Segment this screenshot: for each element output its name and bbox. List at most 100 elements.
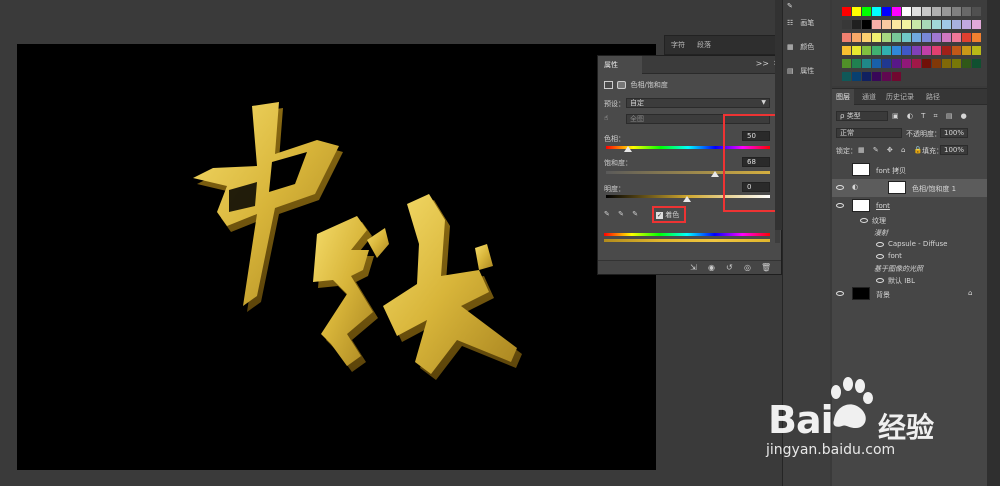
tab-paragraph[interactable]: 段落 — [697, 40, 711, 50]
layer-sub-texture[interactable]: 纹理 — [832, 215, 987, 227]
eye-icon[interactable] — [836, 185, 844, 190]
swatch[interactable] — [872, 46, 881, 55]
swatch[interactable] — [912, 33, 921, 42]
tab-layers[interactable]: 图层 — [832, 89, 854, 105]
opacity-field[interactable]: 100% — [940, 128, 968, 138]
swatch[interactable] — [852, 72, 861, 81]
swatch[interactable] — [922, 7, 931, 16]
swatch[interactable] — [872, 59, 881, 68]
fill-field[interactable]: 100% — [940, 145, 968, 155]
swatch[interactable] — [942, 20, 951, 29]
swatch[interactable] — [892, 7, 901, 16]
swatch[interactable] — [932, 20, 941, 29]
swatch[interactable] — [902, 7, 911, 16]
swatch[interactable] — [842, 20, 851, 29]
layer-row-font[interactable]: font — [832, 197, 987, 215]
reset-icon[interactable]: ↺ — [726, 263, 733, 272]
swatch[interactable] — [882, 72, 891, 81]
strip-item-properties[interactable]: ▤ 属性 — [787, 66, 814, 76]
eyedropper-icon[interactable]: ✎ — [604, 210, 610, 218]
swatch[interactable] — [862, 20, 871, 29]
swatch[interactable] — [942, 46, 951, 55]
swatch[interactable] — [882, 46, 891, 55]
swatch[interactable] — [862, 7, 871, 16]
eye-icon[interactable] — [876, 278, 884, 283]
swatch[interactable] — [942, 7, 951, 16]
swatch[interactable] — [942, 59, 951, 68]
swatch[interactable] — [952, 7, 961, 16]
eye-icon[interactable]: ◎ — [744, 263, 751, 272]
layer-filter-dropdown[interactable]: ρ 类型 — [836, 111, 888, 121]
eyedropper-icons[interactable]: ✎ ✎ ✎ — [604, 210, 638, 218]
swatch[interactable] — [922, 46, 931, 55]
swatch[interactable] — [912, 7, 921, 16]
swatch[interactable] — [842, 72, 851, 81]
layer-sub-font[interactable]: font — [832, 251, 987, 263]
swatch[interactable] — [962, 59, 971, 68]
hand-icon[interactable]: ☝ — [604, 114, 608, 122]
swatch[interactable] — [852, 59, 861, 68]
tab-paths[interactable]: 路径 — [926, 92, 940, 102]
swatch[interactable] — [932, 59, 941, 68]
swatch[interactable] — [892, 72, 901, 81]
blend-mode-dropdown[interactable]: 正常 — [836, 128, 902, 138]
swatch[interactable] — [882, 59, 891, 68]
swatch[interactable] — [852, 20, 861, 29]
swatch[interactable] — [842, 33, 851, 42]
swatch[interactable] — [892, 33, 901, 42]
swatch[interactable] — [912, 59, 921, 68]
layer-sub-diffuse[interactable]: 漫射 — [832, 227, 987, 239]
panel-menu-icon[interactable]: >> — [756, 59, 769, 68]
swatch[interactable] — [942, 33, 951, 42]
swatch[interactable] — [862, 46, 871, 55]
swatch[interactable] — [972, 46, 981, 55]
swatch[interactable] — [862, 72, 871, 81]
preset-dropdown[interactable]: 自定 ▼ — [626, 98, 770, 108]
swatch[interactable] — [882, 7, 891, 16]
swatch[interactable] — [922, 20, 931, 29]
swatch[interactable] — [892, 46, 901, 55]
strip-item-color[interactable]: ▦ 颜色 — [787, 42, 814, 52]
swatch[interactable] — [972, 33, 981, 42]
eyedropper-plus-icon[interactable]: ✎ — [618, 210, 624, 218]
swatch[interactable] — [872, 33, 881, 42]
swatch[interactable] — [972, 20, 981, 29]
swatch[interactable] — [972, 7, 981, 16]
eyedropper-minus-icon[interactable]: ✎ — [632, 210, 638, 218]
tab-character[interactable]: 字符 — [671, 40, 685, 50]
swatch[interactable] — [892, 20, 901, 29]
strip-item-brush-presets[interactable]: ☷ 画笔 — [787, 18, 814, 28]
eye-icon[interactable] — [876, 242, 884, 247]
swatch[interactable] — [872, 20, 881, 29]
swatch[interactable] — [852, 46, 861, 55]
tab-channels[interactable]: 通道 — [862, 92, 876, 102]
eye-icon[interactable] — [836, 203, 844, 208]
swatch[interactable] — [892, 59, 901, 68]
swatch[interactable] — [962, 46, 971, 55]
swatch[interactable] — [902, 46, 911, 55]
layer-row-background[interactable]: 背景 ⌂ — [832, 285, 987, 303]
layer-sub-capsule[interactable]: Capsule - Diffuse — [832, 239, 987, 251]
swatch[interactable] — [922, 33, 931, 42]
lightness-slider-thumb[interactable] — [683, 196, 691, 202]
swatch[interactable] — [882, 20, 891, 29]
layer-row-font-copy[interactable]: font 拷贝 — [832, 161, 987, 179]
swatch[interactable] — [962, 20, 971, 29]
swatch[interactable] — [902, 20, 911, 29]
eye-icon[interactable] — [876, 254, 884, 259]
swatch[interactable] — [962, 7, 971, 16]
clip-icon[interactable]: ⇲ — [690, 263, 697, 272]
swatch[interactable] — [912, 20, 921, 29]
swatch[interactable] — [902, 33, 911, 42]
strip-item-brush[interactable]: ✎ — [787, 2, 798, 10]
swatch[interactable] — [952, 20, 961, 29]
swatch[interactable] — [932, 7, 941, 16]
swatch[interactable] — [922, 59, 931, 68]
swatch[interactable] — [952, 33, 961, 42]
swatch[interactable] — [962, 33, 971, 42]
swatch[interactable] — [862, 33, 871, 42]
swatch[interactable] — [952, 46, 961, 55]
swatch[interactable] — [912, 46, 921, 55]
saturation-slider-thumb[interactable] — [711, 171, 719, 177]
swatch[interactable] — [952, 59, 961, 68]
